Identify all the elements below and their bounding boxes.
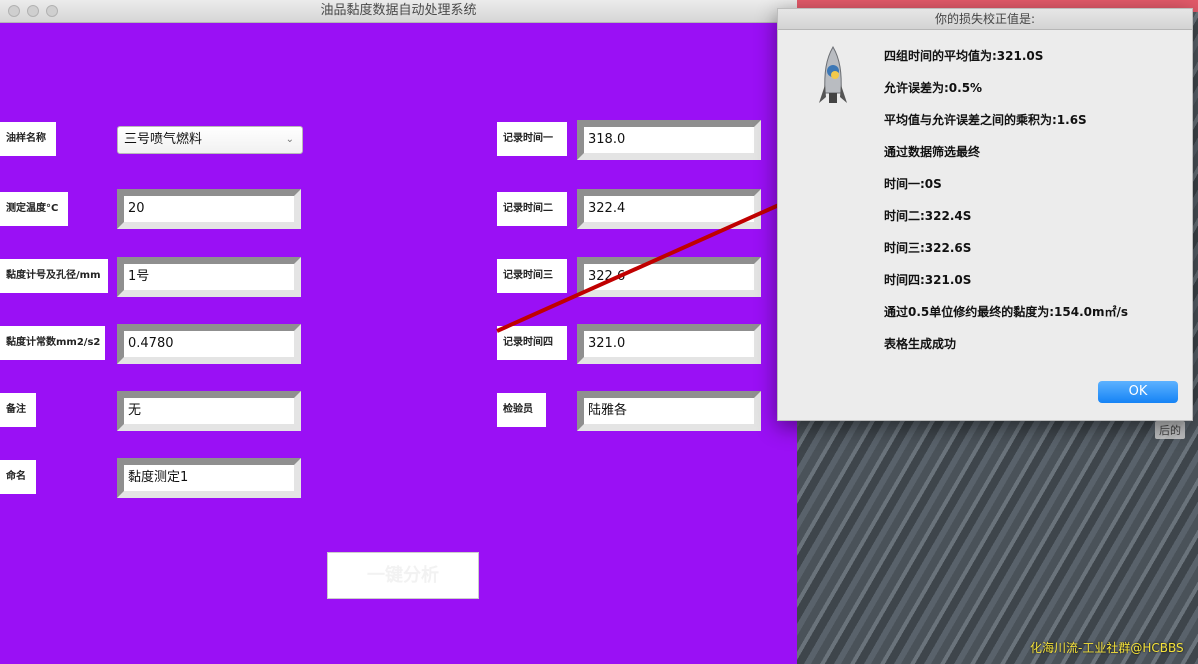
watermark: 化海川流-工业社群@HCBBS <box>1030 641 1184 655</box>
window-title: 油品黏度数据自动处理系统 <box>320 3 477 18</box>
time2-value: 322.4 <box>588 200 750 218</box>
ok-button[interactable]: OK <box>1098 381 1178 403</box>
sample-name-label: 油样名称 <box>0 122 56 156</box>
dialog-line-3: 平均值与允许误差之间的乘积为:1.6S <box>884 113 1087 127</box>
inspector-value: 陆雅各 <box>588 402 750 420</box>
constant-label: 黏度计常数mm2/s2 <box>0 326 105 360</box>
viscometer-label: 黏度计号及孔径/mm <box>0 259 108 293</box>
dialog-line-6: 时间二:322.4S <box>884 209 972 223</box>
dialog-line-2: 允许误差为:0.5% <box>884 81 983 95</box>
minimize-window-button[interactable] <box>27 5 39 17</box>
time3-label: 记录时间三 <box>497 259 567 293</box>
time4-value: 321.0 <box>588 335 750 353</box>
inspector-label: 检验员 <box>497 393 546 427</box>
time3-value: 322.6 <box>588 268 750 286</box>
time4-label: 记录时间四 <box>497 326 567 360</box>
temperature-value: 20 <box>128 200 290 218</box>
result-dialog: 你的损失校正值是: 四组时间的平均值为:321.0S 允许误差为:0.5% 平均… <box>777 8 1193 421</box>
desktop-badge: 后的 <box>1155 421 1185 439</box>
window-titlebar: 油品黏度数据自动处理系统 <box>0 0 797 23</box>
name-value: 黏度测定1 <box>128 469 290 487</box>
viscometer-input[interactable]: 1号 <box>117 257 301 297</box>
python-rocket-icon <box>819 46 847 103</box>
dialog-title: 你的损失校正值是: <box>778 9 1192 30</box>
close-window-button[interactable] <box>8 5 20 17</box>
name-input[interactable]: 黏度测定1 <box>117 458 301 498</box>
time1-value: 318.0 <box>588 131 750 149</box>
zoom-window-button[interactable] <box>46 5 58 17</box>
analyze-button[interactable]: 一键分析 <box>327 552 479 599</box>
inspector-input[interactable]: 陆雅各 <box>577 391 761 431</box>
dialog-line-8: 时间四:321.0S <box>884 273 972 287</box>
time2-input[interactable]: 322.4 <box>577 189 761 229</box>
dialog-line-10: 表格生成成功 <box>884 337 957 351</box>
viscometer-value: 1号 <box>128 268 290 286</box>
dialog-line-9: 通过0.5单位修约最终的黏度为:154.0m㎡/s <box>884 305 1129 319</box>
dialog-line-4: 通过数据筛选最终 <box>884 145 981 159</box>
dialog-line-5: 时间一:0S <box>884 177 942 191</box>
dialog-line-7: 时间三:322.6S <box>884 241 972 255</box>
remark-input[interactable]: 无 <box>117 391 301 431</box>
temperature-label: 测定温度°C <box>0 192 68 226</box>
constant-value: 0.4780 <box>128 335 290 353</box>
remark-value: 无 <box>128 402 290 420</box>
temperature-input[interactable]: 20 <box>117 189 301 229</box>
time2-label: 记录时间二 <box>497 192 567 226</box>
time1-input[interactable]: 318.0 <box>577 120 761 160</box>
dialog-line-1: 四组时间的平均值为:321.0S <box>884 49 1044 63</box>
chevron-down-icon: ⌄ <box>285 134 294 145</box>
sample-name-value: 三号喷气燃料 <box>124 132 203 147</box>
remark-label: 备注 <box>0 393 36 427</box>
time1-label: 记录时间一 <box>497 122 567 156</box>
time4-input[interactable]: 321.0 <box>577 324 761 364</box>
name-label: 命名 <box>0 460 36 494</box>
constant-input[interactable]: 0.4780 <box>117 324 301 364</box>
time3-input[interactable]: 322.6 <box>577 257 761 297</box>
main-window: 油品黏度数据自动处理系统 油样名称 三号喷气燃料 ⌄ 测定温度°C 20 黏度计… <box>0 0 797 664</box>
sample-name-select[interactable]: 三号喷气燃料 ⌄ <box>117 126 303 154</box>
